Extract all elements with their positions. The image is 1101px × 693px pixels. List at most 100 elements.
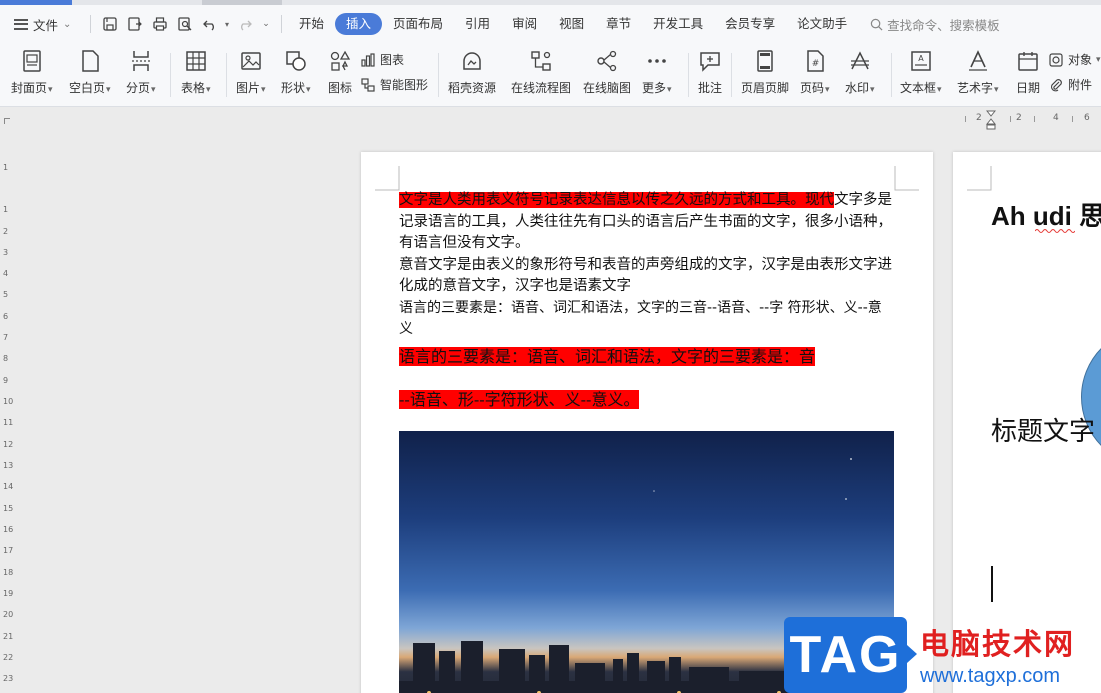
tab-section[interactable]: 章节	[595, 13, 642, 35]
docer-resources-button[interactable]: 稻壳资源	[448, 47, 496, 96]
picture-label: 图片	[236, 79, 266, 96]
header-footer-button[interactable]: 页眉页脚	[741, 47, 789, 96]
page-break-button[interactable]: 分页	[126, 47, 156, 96]
cover-page-label: 封面页	[11, 79, 53, 96]
blank-page-button[interactable]: 空白页	[69, 47, 111, 96]
tab-developer[interactable]: 开发工具	[642, 13, 714, 35]
tab-view[interactable]: 视图	[548, 13, 595, 35]
undo-dropdown-icon[interactable]: ▾	[222, 12, 232, 36]
highlighted-text: 语言的三要素是：语音、词汇和语法，文字的三要素是：音	[399, 346, 816, 366]
ruler-number: 18	[3, 568, 14, 577]
shape-icon	[282, 47, 310, 75]
tab-review[interactable]: 审阅	[501, 13, 548, 35]
save-icon[interactable]	[97, 12, 122, 36]
shape-button[interactable]: 形状	[281, 47, 311, 96]
ruler-tick	[1010, 116, 1011, 122]
ruler-number: 6	[3, 312, 9, 321]
tab-page-layout[interactable]: 页面布局	[382, 13, 454, 35]
ruler-number: 11	[3, 418, 14, 427]
icon-button[interactable]: 图标	[326, 47, 354, 96]
command-search[interactable]: 查找命令、搜索模板	[870, 15, 1000, 34]
ruler-number: 2	[3, 227, 9, 236]
page-number-icon: #	[801, 47, 829, 75]
crop-mark	[894, 166, 919, 191]
watermark-label: 水印	[845, 79, 875, 96]
docer-resources-icon	[458, 47, 486, 75]
chart-button[interactable]: 图表	[360, 51, 404, 68]
more-button[interactable]: 更多	[642, 47, 672, 96]
attachment-button[interactable]: 附件	[1048, 76, 1092, 93]
word-art-button[interactable]: 艺术字	[957, 47, 999, 96]
comment-icon	[696, 47, 724, 75]
picture-button[interactable]: 图片	[236, 47, 266, 96]
search-placeholder: 查找命令、搜索模板	[887, 17, 1000, 33]
docer-resources-label: 稻壳资源	[448, 81, 497, 95]
date-button[interactable]: 日期	[1014, 47, 1042, 96]
ruler-number: 1	[3, 163, 9, 172]
tab-references[interactable]: 引用	[454, 13, 501, 35]
blank-page-icon	[76, 47, 104, 75]
chevron-down-icon: ⌄	[63, 18, 72, 30]
object-label: 对象	[1068, 53, 1093, 67]
more-label: 更多	[642, 79, 672, 96]
heading-text: Ah udi 思	[991, 201, 1101, 231]
cover-page-button[interactable]: 封面页	[11, 47, 53, 96]
highlighted-paragraph[interactable]: --语音、形--字符形状、义--意义。	[399, 389, 895, 411]
horizontal-ruler-area: 2 4 6 2	[0, 108, 1101, 132]
highlighted-paragraph[interactable]: 语言的三要素是：语音、词汇和语法，文字的三要素是：音	[399, 346, 895, 368]
page-number-button[interactable]: # 页码	[800, 47, 830, 96]
customize-toolbar-icon[interactable]: ⌄	[257, 12, 275, 36]
file-menu-button[interactable]: 文件 ⌄	[0, 15, 84, 34]
tab-thesis-assistant[interactable]: 论文助手	[786, 13, 858, 35]
export-pdf-icon[interactable]	[122, 12, 147, 36]
tab-member[interactable]: 会员专享	[714, 13, 786, 35]
ruler-tick	[1072, 116, 1073, 122]
tab-home[interactable]: 开始	[288, 13, 335, 35]
page-1-text[interactable]: 文字是人类用表义符号记录表达信息以传之久远的方式和工具。现代文字多是记录语言的工…	[399, 190, 895, 411]
print-preview-icon[interactable]	[172, 12, 197, 36]
undo-icon[interactable]	[197, 12, 222, 36]
divider	[891, 53, 892, 97]
ruler-number: 8	[3, 354, 9, 363]
ruler-number: 10	[3, 397, 14, 406]
ruler-tick	[1034, 116, 1035, 122]
ruler-number: 3	[3, 248, 9, 257]
print-icon[interactable]	[147, 12, 172, 36]
comment-button[interactable]: 批注	[696, 47, 724, 96]
paperclip-icon	[1050, 78, 1062, 91]
ruler-number: 12	[3, 440, 14, 449]
paragraph-2[interactable]: 意音文字是由表义的象形符号和表音的声旁组成的文字，汉字是由表形文字进化成的意音文…	[399, 255, 895, 298]
bar-chart-icon	[361, 52, 375, 67]
watermark-button[interactable]: 水印	[845, 47, 875, 96]
shape-label: 形状	[281, 79, 311, 96]
table-label: 表格	[181, 79, 211, 96]
redo-icon[interactable]	[232, 12, 257, 36]
object-button[interactable]: 对象 ▾	[1048, 51, 1101, 68]
page-2-title-text[interactable]: 标题文字	[991, 411, 1095, 448]
vertical-ruler[interactable]: 1 1 2 3 4 5 6 7 8 9 10 11 12 13 14 15 16…	[0, 152, 15, 693]
horizontal-ruler[interactable]: 2 4 6 2	[962, 110, 1101, 130]
page-break-icon	[127, 47, 155, 75]
ruler-number: 21	[3, 632, 14, 641]
online-mindmap-button[interactable]: 在线脑图	[583, 47, 631, 96]
ruler-number: 15	[3, 504, 14, 513]
icon-library-icon	[326, 47, 354, 75]
page-number-label: 页码	[800, 79, 830, 96]
tab-insert[interactable]: 插入	[335, 13, 383, 35]
table-button[interactable]: 表格	[181, 47, 211, 96]
paragraph-3[interactable]: 语言的三要素是：语音、词汇和语法，文字的三音--语音、--字 符形状、义--意义	[399, 298, 895, 341]
header-footer-icon	[751, 47, 779, 75]
document-page-1[interactable]: 文字是人类用表义符号记录表达信息以传之久远的方式和工具。现代文字多是记录语言的工…	[361, 152, 933, 693]
divider	[90, 15, 91, 33]
text-box-button[interactable]: A 文本框	[900, 47, 942, 96]
paragraph-1[interactable]: 文字是人类用表义符号记录表达信息以传之久远的方式和工具。现代文字多是记录语言的工…	[399, 190, 895, 255]
smart-art-button[interactable]: 智能图形	[360, 76, 428, 93]
indent-marker[interactable]	[985, 110, 997, 130]
ruler-number: 9	[3, 376, 9, 385]
crop-mark	[967, 166, 992, 191]
online-flowchart-button[interactable]: 在线流程图	[511, 47, 571, 96]
divider	[731, 53, 732, 97]
document-page-2[interactable]: Ah udi 思 标题文字	[953, 152, 1101, 693]
ruler-number: 13	[3, 461, 14, 470]
file-menu-label: 文件	[33, 17, 59, 33]
